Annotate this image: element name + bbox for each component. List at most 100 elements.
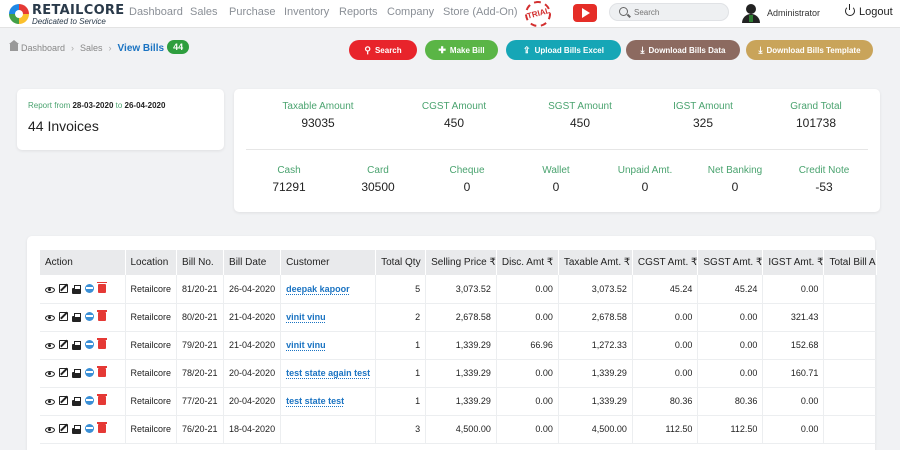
header-search-input[interactable] <box>634 6 724 19</box>
edit-icon[interactable] <box>59 424 68 433</box>
row-action-icons <box>45 338 110 350</box>
col-total-bill-amt[interactable]: Total Bill A <box>823 250 877 275</box>
col-selling-price[interactable]: Selling Price ₹ <box>425 250 497 275</box>
col-bill-no[interactable]: Bill No. <box>176 250 225 275</box>
cell-selling-price: 2,678.58 <box>425 303 497 332</box>
col-bill-date[interactable]: Bill Date <box>223 250 282 275</box>
col-customer[interactable]: Customer <box>280 250 377 275</box>
breadcrumb-sales[interactable]: Sales <box>80 43 103 53</box>
edit-icon[interactable] <box>59 312 68 321</box>
stat-value: 0 <box>731 180 739 194</box>
download-bills-template-button[interactable]: ⤓ Download Bills Template <box>746 40 873 60</box>
nav-store-addon[interactable]: Store (Add-On) <box>443 6 518 18</box>
nav-company[interactable]: Company <box>387 6 434 18</box>
edit-icon[interactable] <box>59 283 68 293</box>
logo-name: RETAILCORE <box>32 3 125 18</box>
stat-unpaid-amount: Unpaid Amt. 0 <box>600 165 690 194</box>
col-action[interactable]: Action <box>40 250 126 275</box>
report-to-date: 26-04-2020 <box>124 101 166 110</box>
delete-icon[interactable] <box>97 281 107 293</box>
col-total-qty[interactable]: Total Qty <box>375 250 427 275</box>
col-igst-amt[interactable]: IGST Amt. ₹ <box>762 250 825 275</box>
share-icon[interactable] <box>85 396 94 405</box>
table-row: Retailcore 76/20-21 18-04-2020 3 4,500.00 0.0… <box>40 415 877 444</box>
view-icon[interactable] <box>45 371 55 377</box>
col-location[interactable]: Location <box>125 250 178 275</box>
edit-icon[interactable] <box>59 396 68 405</box>
view-icon[interactable] <box>45 343 55 349</box>
download-bills-data-button[interactable]: ⤓ Download Bills Data <box>626 40 740 60</box>
print-icon[interactable] <box>72 284 81 294</box>
delete-icon[interactable] <box>97 394 107 405</box>
cell-bill-date: 21-04-2020 <box>223 303 282 332</box>
view-icon[interactable] <box>45 315 55 321</box>
cell-customer[interactable]: vinit vinu <box>280 331 377 360</box>
youtube-icon[interactable] <box>573 4 597 22</box>
make-bill-button[interactable]: ✚ Make Bill <box>425 40 498 60</box>
user-name[interactable]: Administrator <box>767 8 820 18</box>
share-icon[interactable] <box>85 368 94 377</box>
logout-button[interactable]: Logout <box>845 4 893 18</box>
logout-label: Logout <box>859 6 893 18</box>
col-taxable-amt[interactable]: Taxable Amt. ₹ <box>558 250 633 275</box>
col-sgst-amt[interactable]: SGST Amt. ₹ <box>697 250 764 275</box>
view-icon[interactable] <box>45 399 55 405</box>
search-button[interactable]: ⚲ Search <box>349 40 417 60</box>
cell-total-bill-amt <box>823 387 877 416</box>
make-bill-label: Make Bill <box>449 46 485 55</box>
delete-icon[interactable] <box>97 310 107 321</box>
print-icon[interactable] <box>72 313 81 322</box>
cell-customer[interactable]: deepak kapoor <box>280 275 377 304</box>
cell-total-qty: 5 <box>375 275 427 304</box>
delete-icon[interactable] <box>97 338 107 349</box>
cell-customer[interactable]: test state again test <box>280 359 377 388</box>
nav-inventory[interactable]: Inventory <box>284 6 329 18</box>
print-icon[interactable] <box>72 369 81 378</box>
trial-badge: TRIAL <box>522 0 555 30</box>
stat-label: Card <box>367 165 389 176</box>
cell-cgst-amt: 0.00 <box>632 331 699 360</box>
user-avatar-icon[interactable] <box>741 4 761 24</box>
cell-bill-no: 81/20-21 <box>176 275 225 304</box>
share-icon[interactable] <box>85 283 94 293</box>
edit-icon[interactable] <box>59 368 68 377</box>
stat-label: SGST Amount <box>548 101 612 112</box>
edit-icon[interactable] <box>59 340 68 349</box>
nav-dashboard[interactable]: Dashboard <box>129 6 183 18</box>
cell-customer[interactable]: test state test <box>280 387 377 416</box>
col-cgst-amt[interactable]: CGST Amt. ₹ <box>632 250 699 275</box>
view-icon[interactable] <box>45 286 55 293</box>
delete-icon[interactable] <box>97 366 107 377</box>
stat-label: Grand Total <box>790 101 842 112</box>
row-action-icons <box>45 422 110 434</box>
col-disc-amt[interactable]: Disc. Amt ₹ <box>496 250 559 275</box>
stat-value: 93035 <box>301 116 335 130</box>
delete-icon[interactable] <box>97 422 107 433</box>
home-icon <box>9 40 19 51</box>
share-icon[interactable] <box>85 424 94 433</box>
cell-bill-no: 79/20-21 <box>176 331 225 360</box>
print-icon[interactable] <box>72 341 81 350</box>
nav-reports[interactable]: Reports <box>339 6 378 18</box>
table-row: Retailcore 79/20-21 21-04-2020 vinit vinu 1 1… <box>40 331 877 360</box>
share-icon[interactable] <box>85 312 94 321</box>
cell-cgst-amt: 45.24 <box>632 275 699 304</box>
upload-bills-excel-button[interactable]: ⇪ Upload Bills Excel <box>506 40 621 60</box>
cell-total-bill-amt <box>823 303 877 332</box>
upload-icon: ⇪ <box>523 45 531 55</box>
nav-sales[interactable]: Sales <box>190 6 218 18</box>
stat-value: 0 <box>641 180 649 194</box>
cell-customer[interactable] <box>280 415 377 444</box>
nav-purchase[interactable]: Purchase <box>229 6 275 18</box>
row-action-icons <box>45 281 110 294</box>
view-icon[interactable] <box>45 427 55 433</box>
cell-total-qty: 1 <box>375 359 427 388</box>
share-icon[interactable] <box>85 340 94 349</box>
print-icon[interactable] <box>72 425 81 434</box>
breadcrumb-dashboard[interactable]: Dashboard <box>21 43 65 53</box>
cell-customer[interactable]: vinit vinu <box>280 303 377 332</box>
download-bills-data-label: Download Bills Data <box>648 46 726 55</box>
bill-count-badge: 44 <box>167 40 190 54</box>
logo[interactable]: RETAILCORE Dedicated to Service <box>9 2 129 26</box>
print-icon[interactable] <box>72 397 81 406</box>
